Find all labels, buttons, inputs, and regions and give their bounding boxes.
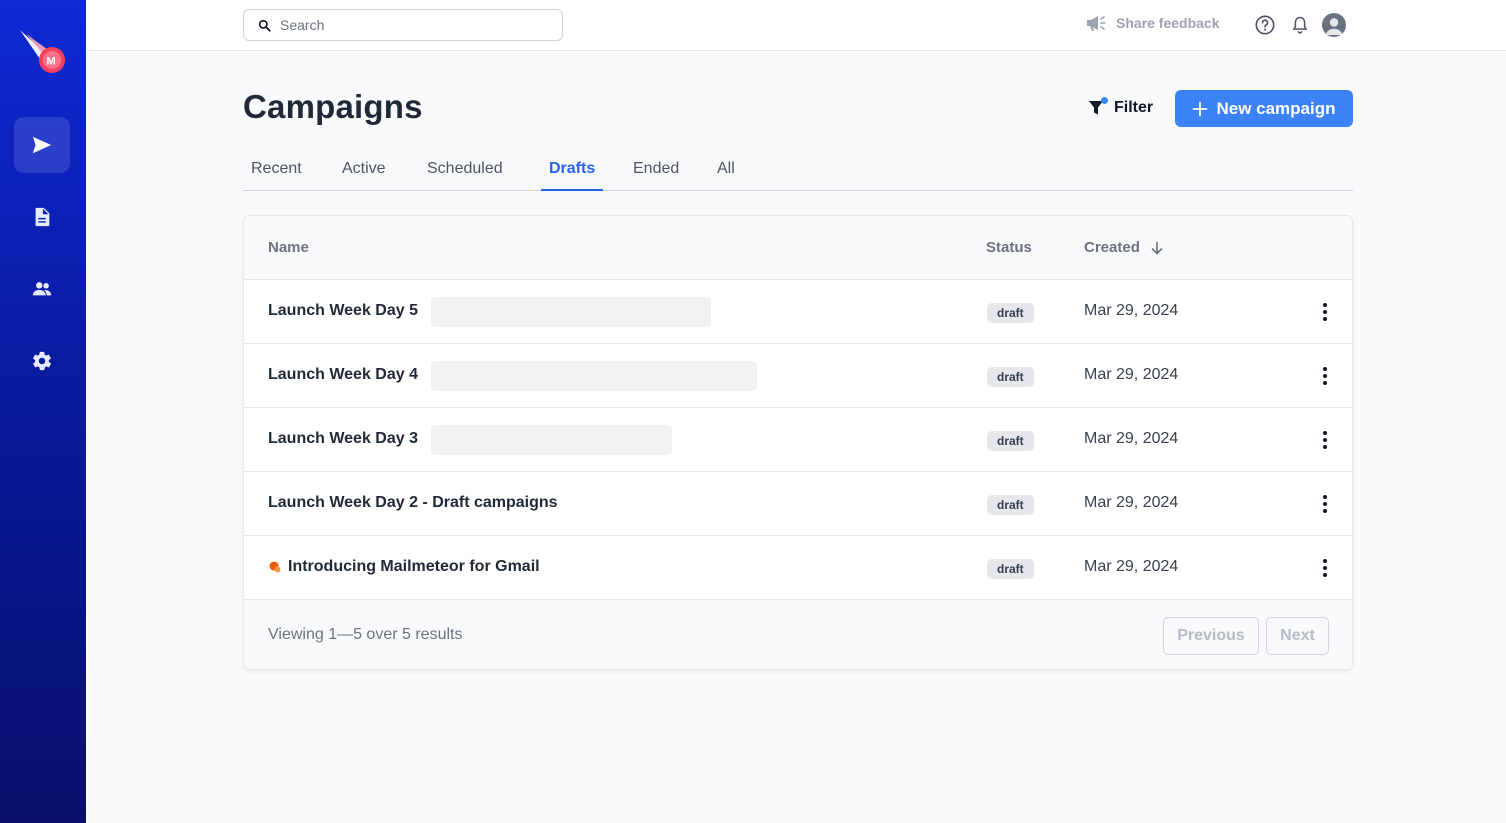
table-row[interactable]: Launch Week Day 4 draft Mar 29, 2024 bbox=[244, 344, 1352, 408]
page-title: Campaigns bbox=[243, 88, 423, 125]
sidebar-item-contacts[interactable] bbox=[14, 261, 70, 317]
created-date: Mar 29, 2024 bbox=[1084, 366, 1179, 383]
gear-icon bbox=[33, 351, 52, 371]
campaign-name[interactable]: Launch Week Day 2 - Draft campaigns bbox=[268, 494, 558, 512]
svg-text:M: M bbox=[47, 56, 56, 68]
campaigns-table: Name Status Created Launch Week Day 5 dr… bbox=[243, 215, 1353, 670]
previous-button[interactable]: Previous bbox=[1163, 617, 1259, 655]
table-header: Name Status Created bbox=[244, 216, 1352, 280]
row-menu-button[interactable] bbox=[1316, 492, 1334, 516]
people-icon bbox=[32, 282, 52, 296]
row-menu-button[interactable] bbox=[1316, 300, 1334, 324]
megaphone-icon bbox=[1087, 16, 1106, 31]
share-feedback-button[interactable]: Share feedback bbox=[1086, 14, 1220, 32]
campaign-name[interactable]: Launch Week Day 3 bbox=[268, 430, 418, 448]
filter-active-dot bbox=[1101, 97, 1108, 104]
filter-label: Filter bbox=[1114, 99, 1154, 116]
status-badge: draft bbox=[987, 367, 1034, 387]
created-date: Mar 29, 2024 bbox=[1084, 302, 1179, 319]
plus-icon bbox=[1193, 101, 1208, 116]
campaign-name[interactable]: Launch Week Day 5 bbox=[268, 302, 418, 320]
next-button[interactable]: Next bbox=[1266, 617, 1329, 655]
comet-logo-icon[interactable]: M bbox=[18, 28, 68, 78]
new-campaign-button[interactable]: New campaign bbox=[1175, 90, 1353, 127]
document-icon bbox=[35, 207, 50, 227]
sidebar-item-campaigns[interactable] bbox=[14, 117, 70, 173]
created-date: Mar 29, 2024 bbox=[1084, 494, 1179, 511]
pagination-summary: Viewing 1—5 over 5 results bbox=[268, 626, 463, 643]
bell-icon bbox=[1293, 16, 1307, 34]
more-vertical-icon bbox=[1323, 431, 1327, 449]
status-badge: draft bbox=[987, 303, 1034, 323]
sidebar: M bbox=[0, 0, 86, 823]
more-vertical-icon bbox=[1323, 559, 1327, 577]
search-icon bbox=[258, 19, 271, 32]
notifications-button[interactable] bbox=[1288, 13, 1312, 37]
column-created-header[interactable]: Created bbox=[1084, 239, 1164, 256]
campaign-name: Introducing Mailmeteor for Gmail bbox=[288, 558, 540, 575]
table-row[interactable]: Launch Week Day 5 draft Mar 29, 2024 bbox=[244, 280, 1352, 344]
more-vertical-icon bbox=[1323, 367, 1327, 385]
tab-scheduled[interactable]: Scheduled bbox=[419, 160, 511, 190]
new-campaign-label: New campaign bbox=[1216, 98, 1336, 118]
tab-all[interactable]: All bbox=[709, 160, 743, 190]
campaign-name-wrapper[interactable]: Introducing Mailmeteor for Gmail bbox=[268, 558, 540, 576]
search-input[interactable] bbox=[280, 17, 540, 33]
topbar: Share feedback bbox=[86, 0, 1506, 51]
send-icon bbox=[32, 136, 52, 154]
avatar[interactable] bbox=[1322, 13, 1346, 37]
created-date: Mar 29, 2024 bbox=[1084, 558, 1179, 575]
campaign-name[interactable]: Launch Week Day 4 bbox=[268, 366, 418, 384]
user-avatar-icon bbox=[1325, 18, 1343, 35]
table-row[interactable]: Introducing Mailmeteor for Gmail draft M… bbox=[244, 536, 1352, 600]
tab-drafts[interactable]: Drafts bbox=[541, 160, 604, 191]
more-vertical-icon bbox=[1323, 303, 1327, 321]
row-menu-button[interactable] bbox=[1316, 364, 1334, 388]
status-badge: draft bbox=[987, 431, 1034, 451]
column-created-label: Created bbox=[1084, 239, 1140, 256]
redacted-block bbox=[431, 425, 672, 455]
table-row[interactable]: Launch Week Day 2 - Draft campaigns draf… bbox=[244, 472, 1352, 536]
tab-recent[interactable]: Recent bbox=[243, 160, 310, 190]
search-box[interactable] bbox=[243, 9, 563, 41]
more-vertical-icon bbox=[1323, 495, 1327, 513]
created-date: Mar 29, 2024 bbox=[1084, 430, 1179, 447]
sidebar-item-settings[interactable] bbox=[14, 333, 70, 389]
filter-button[interactable]: Filter bbox=[1088, 95, 1153, 121]
help-icon bbox=[1255, 15, 1275, 35]
table-row[interactable]: Launch Week Day 3 draft Mar 29, 2024 bbox=[244, 408, 1352, 472]
row-menu-button[interactable] bbox=[1316, 428, 1334, 452]
meteor-icon bbox=[269, 561, 281, 573]
tab-ended[interactable]: Ended bbox=[625, 160, 687, 190]
status-badge: draft bbox=[987, 495, 1034, 515]
column-name-header[interactable]: Name bbox=[268, 239, 309, 256]
table-footer: Viewing 1—5 over 5 results Previous Next bbox=[244, 600, 1352, 669]
column-status-header[interactable]: Status bbox=[986, 239, 1032, 256]
filter-icon bbox=[1088, 97, 1108, 117]
sidebar-item-templates[interactable] bbox=[14, 189, 70, 245]
row-menu-button[interactable] bbox=[1316, 556, 1334, 580]
sort-descending-icon bbox=[1151, 241, 1163, 254]
campaign-tabs: Recent Active Scheduled Drafts Ended All bbox=[243, 150, 1353, 191]
redacted-block bbox=[431, 361, 757, 391]
share-feedback-label: Share feedback bbox=[1116, 15, 1220, 31]
help-button[interactable] bbox=[1253, 13, 1277, 37]
status-badge: draft bbox=[987, 559, 1034, 579]
tab-active[interactable]: Active bbox=[334, 160, 394, 190]
redacted-block bbox=[431, 297, 711, 327]
